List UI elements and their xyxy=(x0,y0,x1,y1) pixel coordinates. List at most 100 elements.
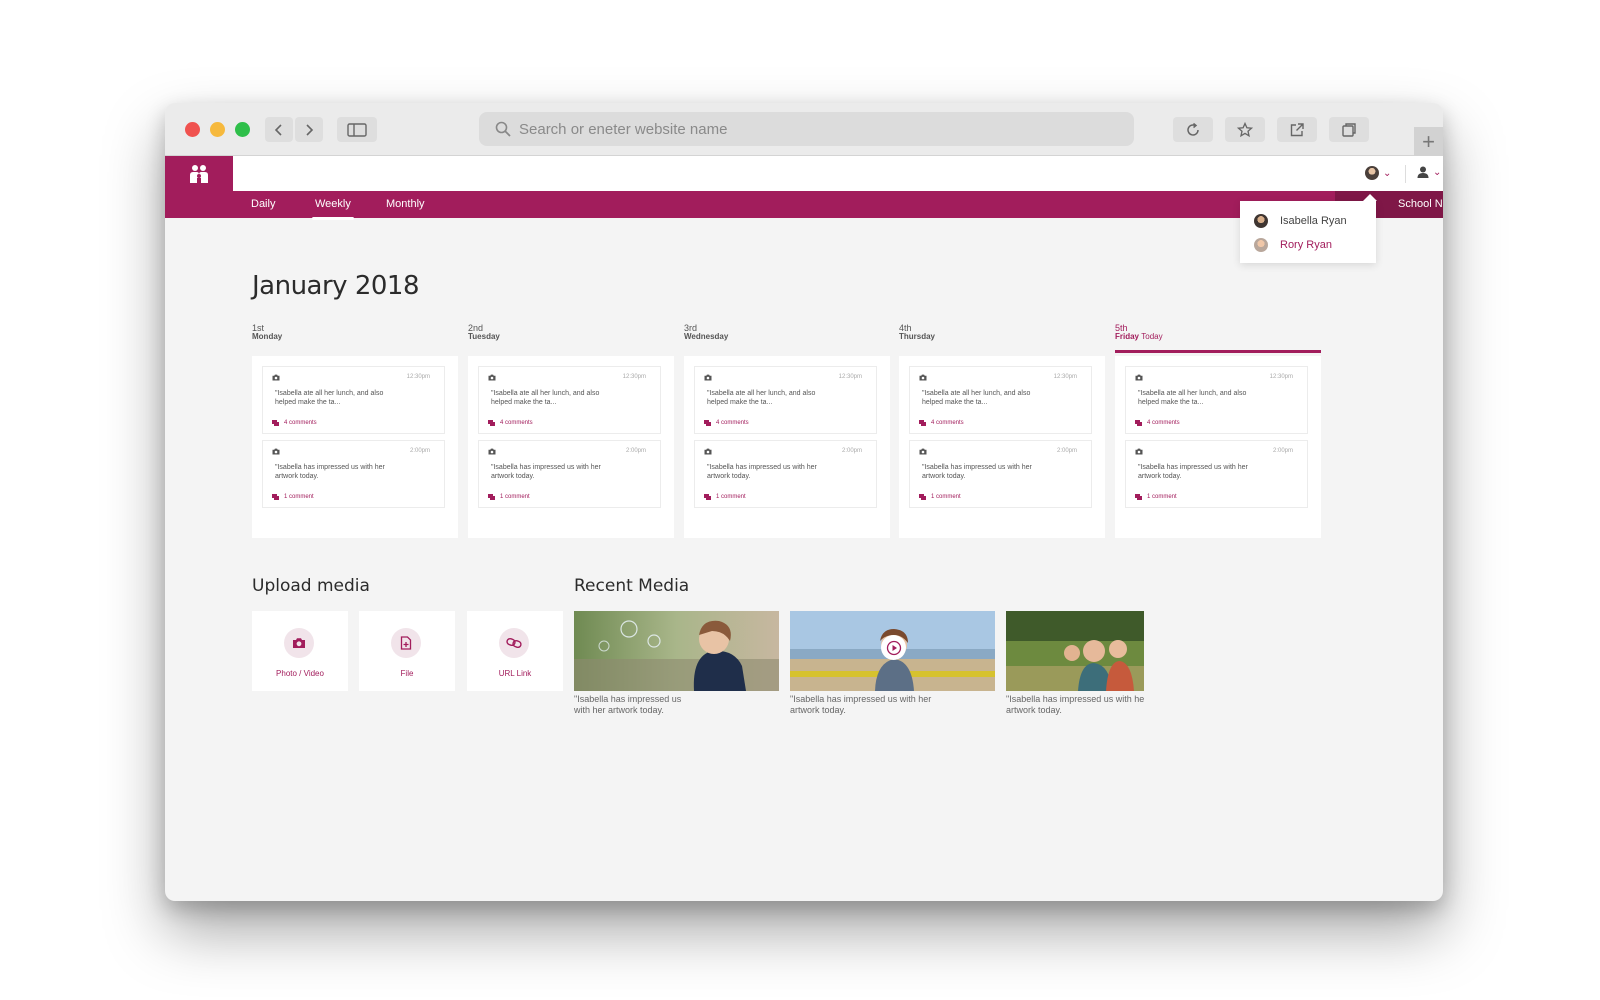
camera-icon xyxy=(1135,448,1143,455)
avatar xyxy=(1254,214,1268,228)
camera-icon xyxy=(704,448,712,455)
comments-count: 4 comments xyxy=(931,420,964,426)
comments-count: 1 comment xyxy=(500,494,530,500)
comments-link[interactable]: 1 comment xyxy=(704,494,746,500)
comment-icon xyxy=(272,494,279,500)
camera-icon xyxy=(272,374,280,381)
comments-link[interactable]: 4 comments xyxy=(919,420,964,426)
media-caption: "Isabella has impressed us with her artw… xyxy=(1006,694,1144,716)
activity-entry[interactable]: 2:00pm "Isabella has impressed us with he… xyxy=(262,440,445,508)
activity-entry[interactable]: 12:30pm "Isabella ate all her lunch, and … xyxy=(1125,366,1308,434)
browser-toolbar: + xyxy=(165,103,1443,156)
upload-url-link-button[interactable]: URL Link xyxy=(467,611,563,691)
close-window-button[interactable] xyxy=(185,122,200,137)
comments-link[interactable]: 4 comments xyxy=(1135,420,1180,426)
address-bar[interactable] xyxy=(479,112,1134,146)
back-button[interactable] xyxy=(265,117,293,142)
comments-link[interactable]: 1 comment xyxy=(272,494,314,500)
comments-count: 1 comment xyxy=(1147,494,1177,500)
caption-text: "Isabella has impressed us with her artw… xyxy=(1006,694,1144,715)
dropdown-item-isabella[interactable]: Isabella Ryan xyxy=(1254,214,1347,228)
comments-count: 4 comments xyxy=(500,420,533,426)
comment-icon xyxy=(1135,420,1142,426)
upload-file-button[interactable]: File xyxy=(359,611,455,691)
upload-photo-video-button[interactable]: Photo / Video xyxy=(252,611,348,691)
entry-time: 12:30pm xyxy=(406,374,430,380)
new-tab-button[interactable]: + xyxy=(1414,127,1443,156)
user-icon xyxy=(1417,166,1429,178)
comments-count: 4 comments xyxy=(284,420,317,426)
sidebar-icon xyxy=(347,122,367,137)
entry-time: 2:00pm xyxy=(841,448,862,454)
activity-entry[interactable]: 2:00pm "Isabella has impressed us with he… xyxy=(1125,440,1308,508)
entry-time: 12:30pm xyxy=(1053,374,1077,380)
entry-time: 12:30pm xyxy=(622,374,646,380)
camera-icon xyxy=(488,448,496,455)
comments-count: 4 comments xyxy=(716,420,749,426)
activity-entry[interactable]: 12:30pm "Isabella ate all her lunch, and … xyxy=(909,366,1092,434)
comments-link[interactable]: 1 comment xyxy=(488,494,530,500)
today-indicator xyxy=(1115,350,1321,353)
activity-entry[interactable]: 2:00pm "Isabella has impressed us with he… xyxy=(478,440,661,508)
user-menu[interactable]: ⌄ xyxy=(1417,166,1441,178)
tab-daily[interactable]: Daily xyxy=(251,198,275,210)
reload-button[interactable] xyxy=(1173,117,1213,142)
day-name-text: Wednesday xyxy=(684,332,729,341)
comments-link[interactable]: 4 comments xyxy=(704,420,749,426)
entry-text: "Isabella has impressed us with her artw… xyxy=(1138,464,1248,480)
bookmark-button[interactable] xyxy=(1225,117,1265,142)
activity-entry[interactable]: 12:30pm "Isabella ate all her lunch, and … xyxy=(262,366,445,434)
school-news-link[interactable]: School Ne xyxy=(1398,198,1443,210)
tab-weekly[interactable]: Weekly xyxy=(312,198,354,220)
media-caption: "Isabella has impressed us with her artw… xyxy=(790,694,995,716)
minimize-window-button[interactable] xyxy=(210,122,225,137)
comments-link[interactable]: 4 comments xyxy=(272,420,317,426)
entry-text: "Isabella ate all her lunch, and also he… xyxy=(275,390,384,406)
activity-entry[interactable]: 12:30pm "Isabella ate all her lunch, and … xyxy=(478,366,661,434)
recent-media-item[interactable] xyxy=(1006,611,1144,691)
day-name: Tuesday xyxy=(468,332,674,341)
play-icon[interactable] xyxy=(881,635,906,660)
comments-count: 1 comment xyxy=(931,494,961,500)
recent-media-item[interactable] xyxy=(790,611,995,691)
divider xyxy=(1405,165,1406,183)
forward-button[interactable] xyxy=(295,117,323,142)
camera-icon xyxy=(284,628,314,658)
url-input[interactable] xyxy=(519,120,1079,138)
camera-icon xyxy=(704,374,712,381)
star-icon xyxy=(1237,121,1253,137)
day-column: 4th Thursday 12:30pm "Isabella ate all her … xyxy=(899,323,1105,538)
day-column: 1st Monday 12:30pm "Isabella ate all her lu… xyxy=(252,323,458,538)
app-logo[interactable] xyxy=(165,156,233,191)
entry-time: 2:00pm xyxy=(625,448,646,454)
day-name: Thursday xyxy=(899,332,1105,341)
share-button[interactable] xyxy=(1277,117,1317,142)
caption-text: "Isabella has impressed us with her artw… xyxy=(790,694,932,715)
child-switcher[interactable]: ⌄ xyxy=(1365,166,1391,180)
dropdown-item-rory[interactable]: Rory Ryan xyxy=(1254,238,1332,252)
day-name: Friday Today xyxy=(1115,332,1321,341)
comment-icon xyxy=(919,494,926,500)
day-entries-panel: 12:30pm "Isabella ate all her lunch, and … xyxy=(1115,356,1321,538)
tab-monthly[interactable]: Monthly xyxy=(386,198,425,210)
sidebar-toggle-button[interactable] xyxy=(337,117,377,142)
comments-link[interactable]: 4 comments xyxy=(488,420,533,426)
maximize-window-button[interactable] xyxy=(235,122,250,137)
child-dropdown-menu: Isabella Ryan Rory Ryan xyxy=(1240,194,1377,263)
comments-count: 4 comments xyxy=(1147,420,1180,426)
camera-icon xyxy=(919,448,927,455)
comments-link[interactable]: 1 comment xyxy=(919,494,961,500)
activity-entry[interactable]: 2:00pm "Isabella has impressed us with he… xyxy=(694,440,877,508)
comment-icon xyxy=(704,420,711,426)
tabs-overview-button[interactable] xyxy=(1329,117,1369,142)
comments-link[interactable]: 1 comment xyxy=(1135,494,1177,500)
activity-entry[interactable]: 2:00pm "Isabella has impressed us with he… xyxy=(909,440,1092,508)
activity-entry[interactable]: 12:30pm "Isabella ate all her lunch, and … xyxy=(694,366,877,434)
recent-media-item[interactable] xyxy=(574,611,779,691)
entry-text: "Isabella ate all her lunch, and also he… xyxy=(491,390,600,406)
entry-text: "Isabella ate all her lunch, and also he… xyxy=(1138,390,1247,406)
chevron-left-icon xyxy=(274,123,282,136)
media-caption: "Isabella has impressed us with her artw… xyxy=(574,694,779,716)
comment-icon xyxy=(488,494,495,500)
chevron-down-icon: ⌄ xyxy=(1433,166,1442,178)
